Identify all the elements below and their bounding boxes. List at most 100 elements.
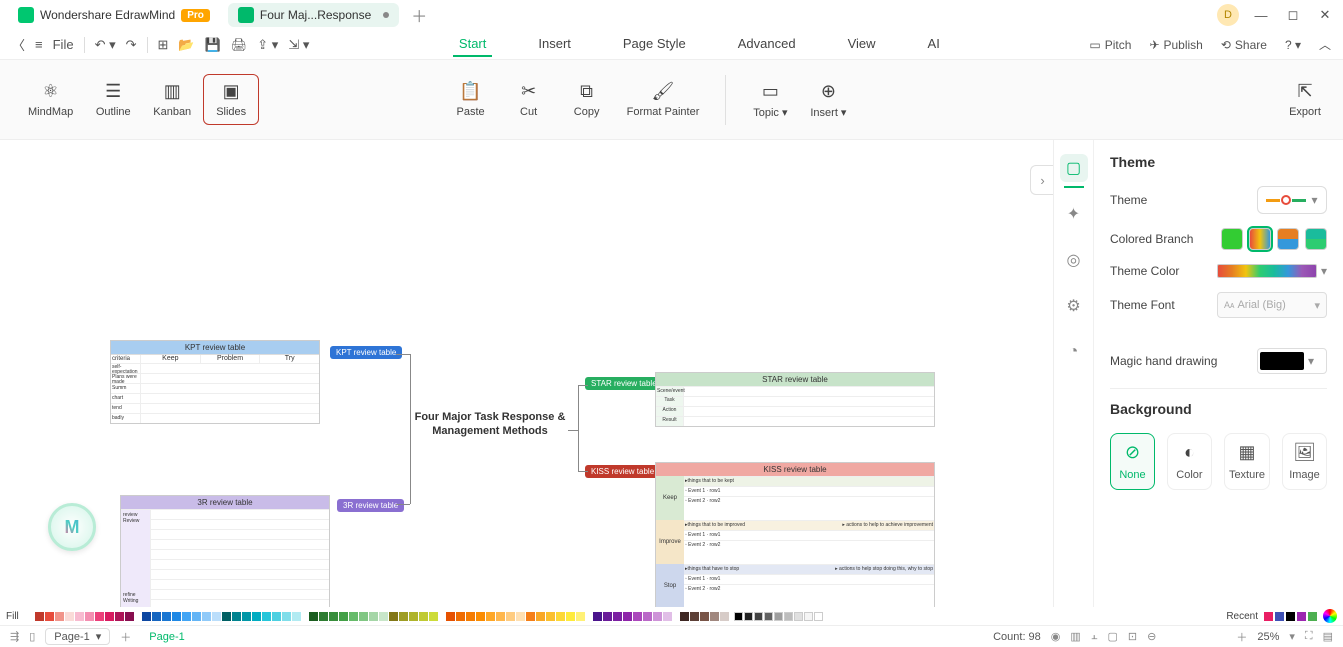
status-icon-5[interactable]: ⊡ [1128, 630, 1137, 643]
page-selector[interactable]: Page-1▾ [45, 628, 110, 645]
status-icon-6[interactable]: ⊖ [1147, 630, 1156, 643]
r3-table[interactable]: 3R review table review Review refine Wri… [120, 495, 330, 607]
count-label: Count: 98 [993, 631, 1041, 643]
status-icon-4[interactable]: ▢ [1107, 630, 1117, 643]
colored-branch-label: Colored Branch [1110, 232, 1193, 246]
app-tab[interactable]: Wondershare EdrawMind Pro [8, 3, 220, 27]
add-page-button[interactable]: ＋ [120, 629, 131, 645]
publish-button[interactable]: ✈ Publish [1149, 38, 1202, 52]
status-icon-1[interactable]: ◉ [1051, 630, 1061, 643]
recent-swatch[interactable] [1308, 612, 1317, 621]
document-tab[interactable]: Four Maj...Response [228, 3, 399, 27]
view-mode-button[interactable]: ▤ [1323, 630, 1333, 643]
kiss-table[interactable]: KISS review table Keep▸things that to be… [655, 462, 935, 607]
outline-toggle-icon[interactable]: ⇶ [10, 630, 19, 643]
zoom-in-button[interactable]: ＋ [1236, 629, 1247, 645]
theme-color-picker[interactable] [1217, 264, 1317, 278]
recent-swatch[interactable] [1286, 612, 1295, 621]
star-branch-tag[interactable]: STAR review table [585, 377, 663, 390]
export-button-small[interactable]: ⇪ ▾ [257, 37, 278, 53]
menu-ai[interactable]: AI [922, 32, 946, 57]
theme-label: Theme [1110, 193, 1147, 207]
save-button[interactable]: 💾 [205, 37, 221, 53]
assistant-badge[interactable]: M [48, 503, 96, 551]
fill-color-bar: Fill Recent [0, 607, 1343, 625]
collapse-ribbon-button[interactable]: ︿ [1319, 36, 1331, 53]
menu-view[interactable]: View [842, 32, 882, 57]
menu-insert[interactable]: Insert [532, 32, 577, 57]
recent-swatch[interactable] [1297, 612, 1306, 621]
print-button[interactable]: 🖨 [231, 37, 248, 53]
insert-button[interactable]: ⊕Insert ▾ [800, 75, 856, 125]
topic-button[interactable]: ▭Topic ▾ [742, 75, 798, 125]
magic-hand-label: Magic hand drawing [1110, 354, 1217, 368]
back-button[interactable]: 〈 [12, 35, 25, 54]
fill-swatch-row[interactable] [25, 612, 823, 621]
view-kanban[interactable]: ▥Kanban [143, 74, 201, 125]
bg-image[interactable]: 🖼Image [1282, 433, 1327, 490]
panel-tab-settings[interactable]: ⚙ [1060, 292, 1088, 320]
panel-tab-theme[interactable]: ▢ [1060, 154, 1088, 182]
bg-texture[interactable]: ▦Texture [1224, 433, 1270, 490]
color-wheel-icon[interactable] [1323, 609, 1337, 623]
undo-button[interactable]: ↶ ▾ [95, 37, 116, 53]
help-button[interactable]: ? ▾ [1285, 38, 1301, 52]
recent-swatch[interactable] [1264, 612, 1273, 621]
file-menu[interactable]: File [53, 37, 74, 52]
maximize-button[interactable]: ◻ [1283, 7, 1303, 23]
view-outline[interactable]: ☰Outline [85, 74, 141, 125]
cb-opt-2[interactable] [1249, 228, 1271, 250]
status-icon-2[interactable]: ▥ [1070, 630, 1080, 643]
fit-screen-button[interactable]: ⛶ [1305, 630, 1313, 643]
status-icon-3[interactable]: ⫠ [1091, 630, 1098, 643]
pitch-button[interactable]: ▭ Pitch [1089, 38, 1131, 52]
minimize-button[interactable]: — [1251, 8, 1271, 23]
view-slides[interactable]: ▣Slides [203, 74, 259, 125]
open-button[interactable]: 📂 [178, 37, 194, 53]
add-tab-button[interactable]: ＋ [411, 3, 427, 27]
copy-button[interactable]: ⧉Copy [559, 75, 615, 124]
panel-tab-style[interactable]: ✦ [1060, 200, 1088, 228]
menu-start[interactable]: Start [453, 32, 492, 57]
new-button[interactable]: ⊞ [158, 37, 169, 53]
paste-button[interactable]: 📋Paste [443, 75, 499, 124]
r3-branch-tag[interactable]: 3R review table [337, 499, 404, 512]
bg-color[interactable]: ◐Color [1167, 433, 1212, 490]
kiss-branch-tag[interactable]: KISS review table [585, 465, 660, 478]
share-button[interactable]: ⟲ Share [1221, 38, 1267, 52]
view-mindmap[interactable]: ⚛MindMap [18, 74, 83, 125]
panel-tab-icon[interactable]: ◎ [1060, 246, 1088, 274]
slide-toggle-icon[interactable]: ▯ [29, 630, 35, 643]
magic-hand-color[interactable]: ▾ [1257, 348, 1327, 374]
user-avatar[interactable]: D [1217, 4, 1239, 26]
cb-opt-4[interactable] [1305, 228, 1327, 250]
doc-title: Four Maj...Response [260, 8, 371, 22]
close-button[interactable]: ✕ [1315, 7, 1335, 23]
center-topic[interactable]: Four Major Task Response & Management Me… [410, 410, 570, 439]
cb-opt-1[interactable] [1221, 228, 1243, 250]
panel-collapse-button[interactable]: › [1030, 165, 1054, 195]
star-table[interactable]: STAR review table Scene/event Task Actio… [655, 372, 935, 427]
import-button-small[interactable]: ⇲ ▾ [288, 37, 309, 53]
ribbon: ⚛MindMap ☰Outline ▥Kanban ▣Slides 📋Paste… [0, 60, 1343, 140]
theme-selector[interactable]: ▾ [1257, 186, 1327, 214]
kpt-branch-tag[interactable]: KPT review table [330, 346, 402, 359]
theme-color-dropdown[interactable]: ▾ [1321, 264, 1327, 278]
bg-none[interactable]: ⊘None [1110, 433, 1155, 490]
panel-tab-history[interactable]: ◔ [1060, 338, 1088, 366]
cut-button[interactable]: ✂Cut [501, 75, 557, 124]
recent-swatch[interactable] [1275, 612, 1284, 621]
unsaved-dot-icon [383, 12, 389, 18]
menu-advanced[interactable]: Advanced [732, 32, 802, 57]
export-button[interactable]: ⇱Export [1277, 75, 1333, 124]
page-tab-1[interactable]: Page-1 [141, 631, 192, 643]
theme-color-label: Theme Color [1110, 264, 1179, 278]
hamburger-icon[interactable]: ≡ [35, 37, 43, 52]
menu-page-style[interactable]: Page Style [617, 32, 692, 57]
format-painter-button[interactable]: 🖌Format Painter [617, 75, 710, 124]
theme-font-select[interactable]: AᴀArial (Big)▾ [1217, 292, 1327, 318]
kpt-table[interactable]: KPT review table criteria Keep Problem T… [110, 340, 320, 424]
cb-opt-3[interactable] [1277, 228, 1299, 250]
redo-button[interactable]: ↷ [126, 37, 137, 53]
zoom-level[interactable]: 25% [1257, 631, 1279, 643]
